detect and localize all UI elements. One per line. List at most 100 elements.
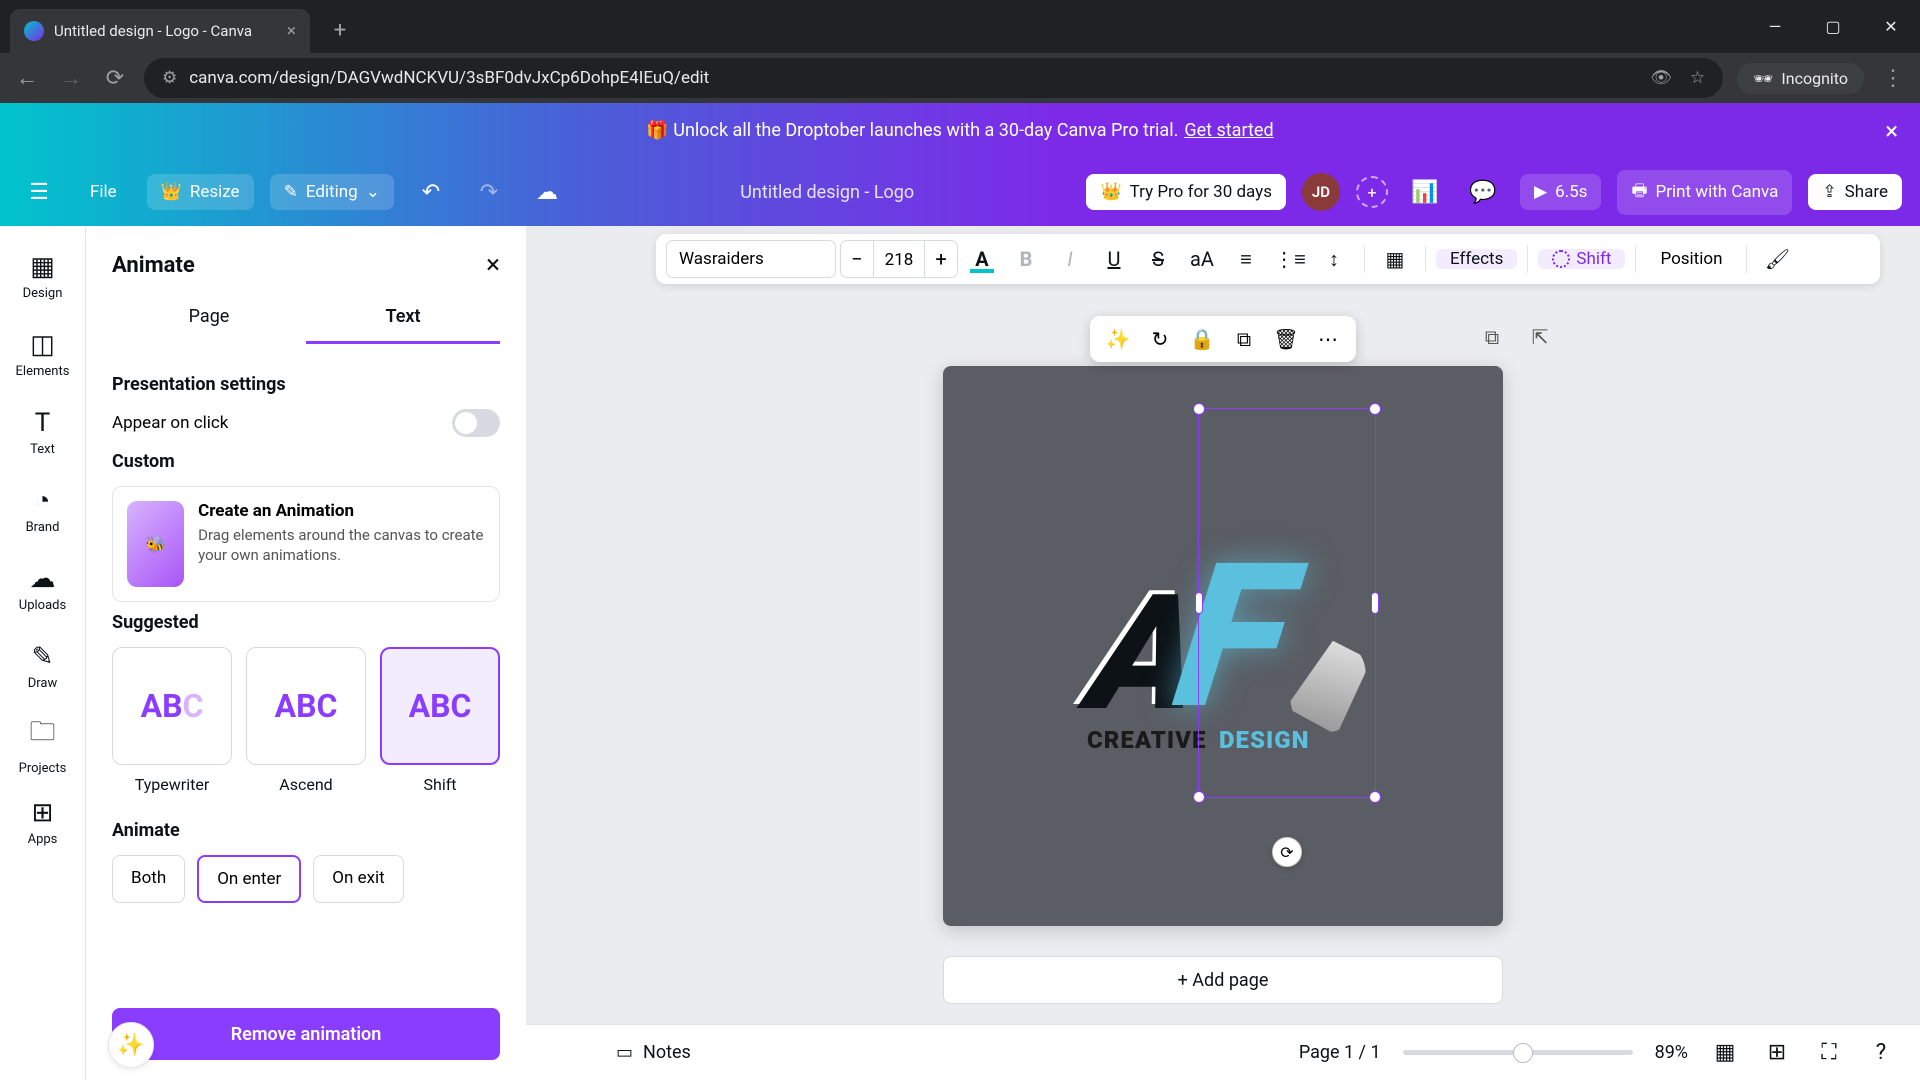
anim-typewriter[interactable]: ABCTypewriter xyxy=(112,647,232,794)
add-page-button[interactable]: + Add page xyxy=(943,956,1503,1004)
sync-icon[interactable]: ↻ xyxy=(1142,321,1178,357)
canvas-stage[interactable]: ✨ ↻ 🔒 ⧉ 🗑 ⋯ ⧉ ⇱ A F C xyxy=(943,366,1503,926)
delete-icon[interactable]: 🗑 xyxy=(1268,321,1304,357)
site-info-icon[interactable]: ⚙ xyxy=(162,68,177,88)
page-indicator[interactable]: Page 1 / 1 xyxy=(1299,1042,1381,1063)
editing-dropdown[interactable]: ✎Editing⌄ xyxy=(270,174,394,210)
undo-icon[interactable]: ↶ xyxy=(410,171,452,213)
export-page-icon[interactable]: ⇱ xyxy=(1521,318,1559,356)
zoom-value[interactable]: 89% xyxy=(1655,1042,1688,1063)
grid-view-icon[interactable]: ▦ xyxy=(1710,1038,1740,1068)
resize-handle-ne[interactable] xyxy=(1369,403,1381,415)
more-icon[interactable]: ⋯ xyxy=(1310,321,1346,357)
rail-projects[interactable]: 🗀Projects xyxy=(7,708,79,780)
text-case-button[interactable]: aA xyxy=(1182,240,1222,278)
lock-icon[interactable]: 🔒 xyxy=(1184,321,1220,357)
eye-off-icon[interactable]: 👁 xyxy=(1650,68,1672,88)
transparency-button[interactable]: ▦ xyxy=(1375,240,1415,278)
anim-ascend[interactable]: ABCAscend xyxy=(246,647,366,794)
duplicate-page-icon[interactable]: ⧉ xyxy=(1473,318,1511,356)
anim-shift[interactable]: ABCShift xyxy=(380,647,500,794)
back-icon[interactable]: ← xyxy=(12,63,42,93)
text-color-button[interactable]: A xyxy=(962,240,1002,278)
panel-close-icon[interactable]: × xyxy=(486,250,500,280)
selection-box[interactable]: ⟳ xyxy=(1198,408,1376,798)
resize-handle-w[interactable] xyxy=(1195,592,1203,614)
add-member-icon[interactable]: + xyxy=(1356,176,1388,208)
print-button[interactable]: 🖶Print with Canva xyxy=(1617,170,1792,215)
rail-elements[interactable]: ◫Elements xyxy=(7,318,79,390)
try-pro-button[interactable]: 👑Try Pro for 30 days xyxy=(1086,174,1286,210)
forward-icon[interactable]: → xyxy=(56,63,86,93)
font-size-value[interactable]: 218 xyxy=(873,241,925,277)
rail-draw[interactable]: ✎Draw xyxy=(7,630,79,702)
window-maximize-icon[interactable]: ▢ xyxy=(1804,0,1862,53)
insights-icon[interactable]: 📊 xyxy=(1404,171,1446,213)
resize-handle-e[interactable] xyxy=(1371,592,1379,614)
italic-button[interactable]: I xyxy=(1050,240,1090,278)
resize-handle-sw[interactable] xyxy=(1193,791,1205,803)
cloud-sync-icon[interactable]: ☁ xyxy=(526,171,568,213)
format-painter-icon[interactable]: 🖌 xyxy=(1757,240,1797,278)
font-size-decrease[interactable]: − xyxy=(841,247,873,271)
appear-on-click-toggle[interactable] xyxy=(452,409,500,437)
strikethrough-button[interactable]: S xyxy=(1138,240,1178,278)
rail-uploads[interactable]: ☁Uploads xyxy=(7,552,79,624)
window-close-icon[interactable]: ✕ xyxy=(1862,0,1920,53)
remove-animation-button[interactable]: Remove animation xyxy=(112,1008,500,1060)
comment-icon[interactable]: 💬 xyxy=(1462,171,1504,213)
share-button[interactable]: ⇪Share xyxy=(1808,174,1902,210)
font-selector[interactable]: Wasraiders xyxy=(666,240,836,278)
dir-both[interactable]: Both xyxy=(112,855,185,903)
promo-link[interactable]: Get started xyxy=(1184,120,1273,141)
new-tab-button[interactable]: + xyxy=(322,12,358,48)
notes-icon[interactable]: ▭ xyxy=(616,1042,633,1063)
resize-button[interactable]: 👑Resize xyxy=(147,174,254,210)
crown-icon: 👑 xyxy=(161,182,182,202)
magic-edit-icon[interactable]: ✨ xyxy=(1100,321,1136,357)
hamburger-icon[interactable]: ☰ xyxy=(18,171,60,213)
document-title[interactable]: Untitled design - Logo xyxy=(584,182,1071,203)
resize-handle-se[interactable] xyxy=(1369,791,1381,803)
magic-sparkle-button[interactable]: ✨ xyxy=(108,1022,154,1068)
create-animation-card[interactable]: 🐝 Create an Animation Drag elements arou… xyxy=(112,486,500,602)
text-align-button[interactable]: ≡ xyxy=(1226,240,1266,278)
present-button[interactable]: ▶6.5s xyxy=(1520,174,1601,210)
rotate-handle[interactable]: ⟳ xyxy=(1272,837,1302,867)
spacing-button[interactable]: ↕ xyxy=(1314,240,1354,278)
resize-handle-nw[interactable] xyxy=(1193,403,1205,415)
effects-button[interactable]: Effects xyxy=(1436,249,1517,269)
bookmark-icon[interactable]: ☆ xyxy=(1690,68,1705,88)
rail-brand[interactable]: ◔Brand xyxy=(7,474,79,546)
browser-menu-icon[interactable]: ⋮ xyxy=(1878,63,1908,93)
dir-on-enter[interactable]: On enter xyxy=(197,855,301,903)
zoom-slider[interactable] xyxy=(1403,1050,1633,1055)
tab-close-icon[interactable]: × xyxy=(287,21,296,41)
incognito-badge[interactable]: 🕶 Incognito xyxy=(1737,63,1864,94)
copy-icon[interactable]: ⧉ xyxy=(1226,321,1262,357)
font-size-increase[interactable]: + xyxy=(925,247,957,271)
rail-design[interactable]: ▦Design xyxy=(7,240,79,312)
animate-button[interactable]: Shift xyxy=(1538,249,1625,269)
reload-icon[interactable]: ⟳ xyxy=(100,63,130,93)
tab-page[interactable]: Page xyxy=(112,292,306,344)
file-menu[interactable]: File xyxy=(76,174,131,210)
position-button[interactable]: Position xyxy=(1646,249,1736,269)
notes-button[interactable]: Notes xyxy=(643,1042,691,1063)
dir-on-exit[interactable]: On exit xyxy=(313,855,403,903)
promo-close-icon[interactable]: × xyxy=(1885,117,1898,145)
url-bar[interactable]: ⚙ canva.com/design/DAGVwdNCKVU/3sBF0dvJx… xyxy=(144,58,1723,98)
thumbnail-view-icon[interactable]: ⊞ xyxy=(1762,1038,1792,1068)
tab-text[interactable]: Text xyxy=(306,292,500,344)
user-avatar[interactable]: JD xyxy=(1302,173,1340,211)
redo-icon[interactable]: ↷ xyxy=(468,171,510,213)
window-minimize-icon[interactable]: — xyxy=(1746,0,1804,53)
rail-text[interactable]: TText xyxy=(7,396,79,468)
bold-button[interactable]: B xyxy=(1006,240,1046,278)
fullscreen-icon[interactable]: ⛶ xyxy=(1814,1038,1844,1068)
underline-button[interactable]: U xyxy=(1094,240,1134,278)
help-icon[interactable]: ? xyxy=(1866,1038,1896,1068)
browser-tab[interactable]: Untitled design - Logo - Canva × xyxy=(10,9,310,53)
list-button[interactable]: ⋮≡ xyxy=(1270,240,1310,278)
rail-apps[interactable]: ⊞Apps xyxy=(7,786,79,858)
